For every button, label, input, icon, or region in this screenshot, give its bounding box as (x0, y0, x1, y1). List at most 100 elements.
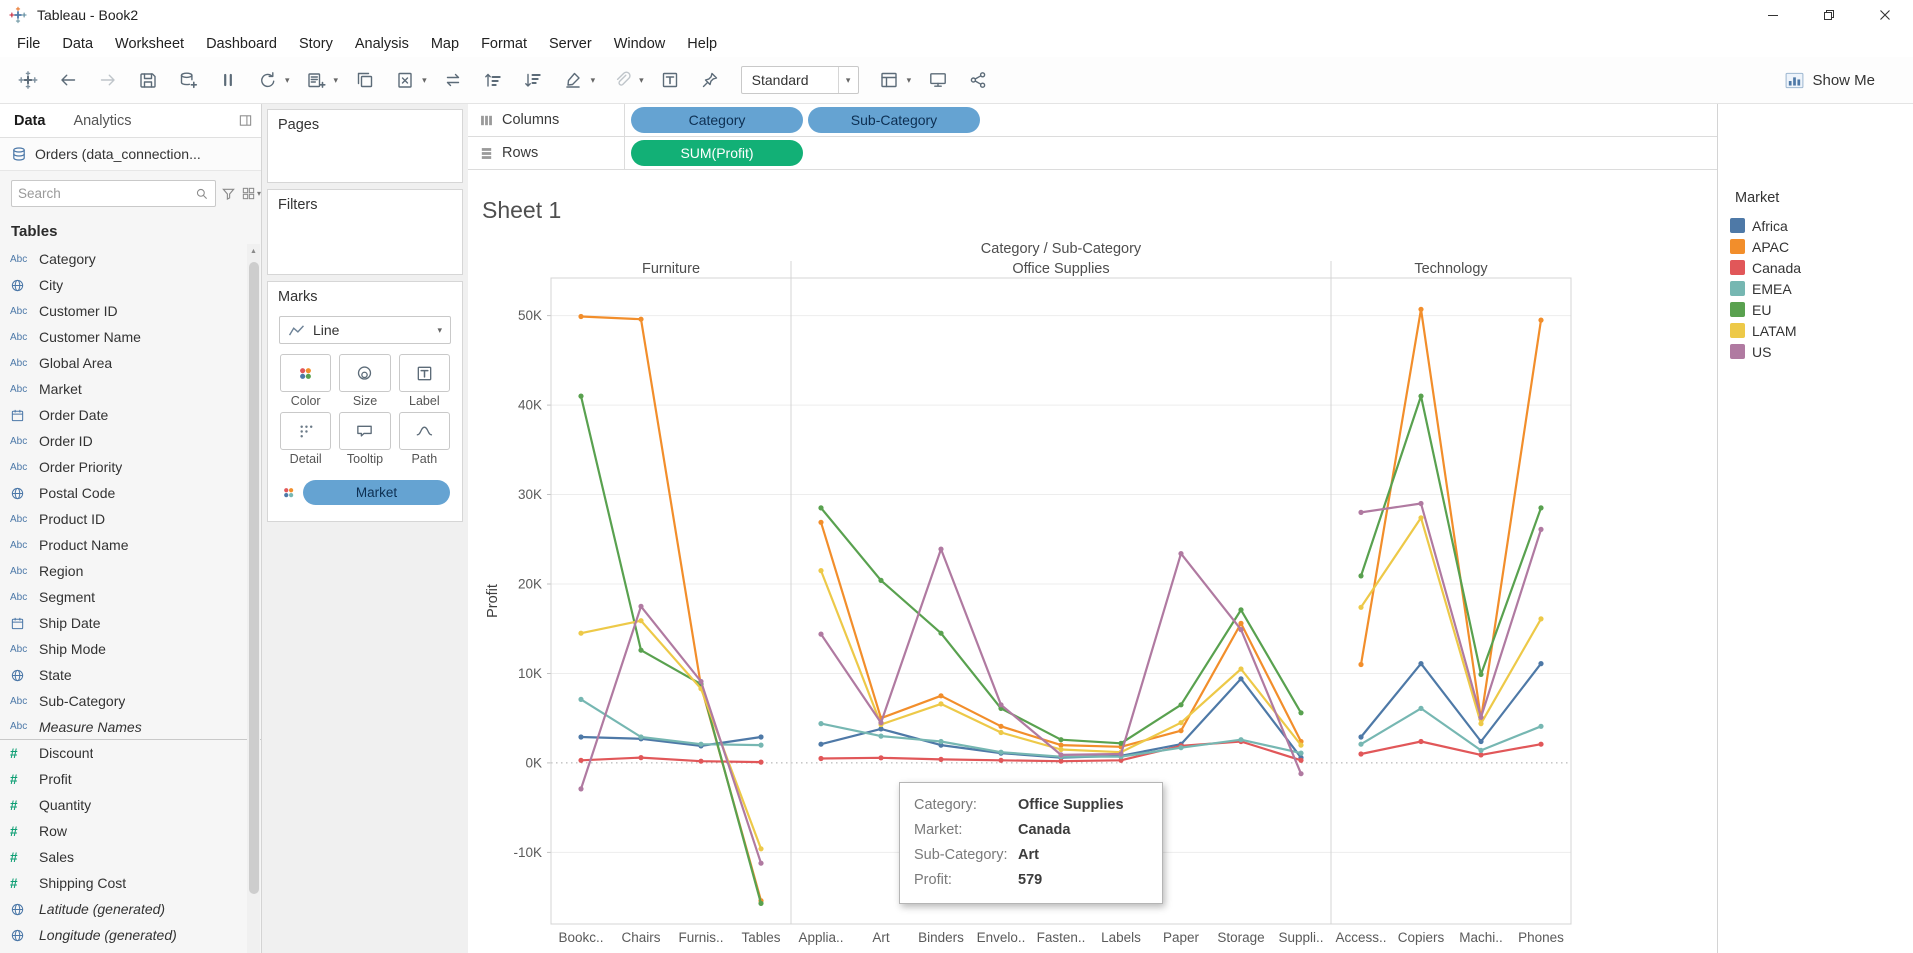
columns-pills[interactable]: Category Sub-Category (625, 104, 1717, 136)
field-city[interactable]: City (0, 272, 261, 298)
pause-updates-icon[interactable] (214, 67, 241, 94)
new-worksheet-icon[interactable] (303, 67, 330, 94)
field-product-id[interactable]: Abc Product ID (0, 506, 261, 532)
field-row[interactable]: # Row (0, 818, 261, 844)
legend-item-canada[interactable]: Canada (1730, 257, 1913, 278)
close-button[interactable] (1857, 0, 1913, 30)
pages-shelf[interactable]: Pages (267, 109, 463, 183)
chevron-down-icon[interactable]: ▾ (639, 75, 644, 86)
field-profit[interactable]: # Profit (0, 766, 261, 792)
legend-item-apac[interactable]: APAC (1730, 236, 1913, 257)
field-longitude-generated[interactable]: Longitude (generated) (0, 922, 261, 948)
chevron-down-icon[interactable]: ▾ (334, 75, 339, 86)
legend-item-eu[interactable]: EU (1730, 299, 1913, 320)
menu-dashboard[interactable]: Dashboard (195, 30, 288, 57)
sort-ascending-icon[interactable] (480, 67, 507, 94)
field-category[interactable]: Abc Category (0, 246, 261, 272)
maximize-restore-button[interactable] (1801, 0, 1857, 30)
pill-sub-category[interactable]: Sub-Category (808, 107, 980, 133)
field-customer-id[interactable]: Abc Customer ID (0, 298, 261, 324)
scrollbar-thumb[interactable] (248, 262, 259, 894)
pill-sum-profit[interactable]: SUM(Profit) (631, 140, 803, 166)
tableau-logo-icon[interactable] (14, 67, 41, 94)
tab-analytics[interactable]: Analytics (59, 104, 145, 137)
show-mark-labels-icon[interactable] (657, 67, 684, 94)
field-postal-code[interactable]: Postal Code (0, 480, 261, 506)
menu-data[interactable]: Data (51, 30, 104, 57)
menu-window[interactable]: Window (603, 30, 677, 57)
sort-descending-icon[interactable] (520, 67, 547, 94)
field-shipping-cost[interactable]: # Shipping Cost (0, 870, 261, 896)
marks-button-detail[interactable]: Detail (280, 412, 332, 466)
fit-dropdown[interactable]: Standard ▾ (740, 66, 859, 94)
field-measure-names[interactable]: Abc Measure Names (0, 714, 261, 740)
sidebar-scrollbar[interactable]: ▲ (247, 244, 260, 953)
scroll-up-icon[interactable]: ▲ (247, 244, 260, 259)
field-sub-category[interactable]: Abc Sub-Category (0, 688, 261, 714)
menu-map[interactable]: Map (420, 30, 470, 57)
field-ship-date[interactable]: Ship Date (0, 610, 261, 636)
marks-button-size[interactable]: Size (339, 354, 391, 408)
mark-type-dropdown[interactable]: Line ▾ (279, 316, 451, 344)
pane-layout-icon[interactable] (238, 104, 261, 137)
menu-file[interactable]: File (6, 30, 51, 57)
show-me-button[interactable]: Show Me (1784, 70, 1875, 91)
chevron-down-icon[interactable]: ▾ (285, 75, 290, 86)
tab-data[interactable]: Data (0, 104, 59, 137)
field-discount[interactable]: # Discount (0, 740, 261, 766)
swap-rows-columns-icon[interactable] (440, 67, 467, 94)
chevron-down-icon[interactable]: ▾ (422, 75, 427, 86)
menu-worksheet[interactable]: Worksheet (104, 30, 195, 57)
marks-button-label[interactable]: Label (398, 354, 450, 408)
view-options-icon[interactable]: ▾ (241, 186, 261, 201)
pill-category[interactable]: Category (631, 107, 803, 133)
minimize-button[interactable] (1745, 0, 1801, 30)
marks-button-color[interactable]: Color (280, 354, 332, 408)
redo-icon[interactable] (94, 67, 121, 94)
field-state[interactable]: State (0, 662, 261, 688)
field-segment[interactable]: Abc Segment (0, 584, 261, 610)
field-order-date[interactable]: Order Date (0, 402, 261, 428)
chevron-down-icon[interactable]: ▾ (591, 75, 596, 86)
legend-item-emea[interactable]: EMEA (1730, 278, 1913, 299)
share-icon[interactable] (964, 67, 991, 94)
field-quantity[interactable]: # Quantity (0, 792, 261, 818)
marks-button-tooltip[interactable]: Tooltip (339, 412, 391, 466)
pill-market[interactable]: Market (303, 480, 450, 505)
show-hide-cards-icon[interactable] (876, 67, 903, 94)
field-sales[interactable]: # Sales (0, 844, 261, 870)
run-updates-icon[interactable] (254, 67, 281, 94)
field-order-id[interactable]: Abc Order ID (0, 428, 261, 454)
field-latitude-generated[interactable]: Latitude (generated) (0, 896, 261, 922)
highlight-icon[interactable] (560, 67, 587, 94)
save-icon[interactable] (134, 67, 161, 94)
data-source[interactable]: Orders (data_connection... (0, 138, 261, 171)
legend-item-latam[interactable]: LATAM (1730, 320, 1913, 341)
field-customer-name[interactable]: Abc Customer Name (0, 324, 261, 350)
field-global-area[interactable]: Abc Global Area (0, 350, 261, 376)
undo-icon[interactable] (54, 67, 81, 94)
field-market[interactable]: Abc Market (0, 376, 261, 402)
chevron-down-icon[interactable]: ▾ (907, 75, 912, 86)
duplicate-icon[interactable] (351, 67, 378, 94)
clear-sheet-icon[interactable] (391, 67, 418, 94)
marks-button-path[interactable]: Path (398, 412, 450, 466)
field-order-priority[interactable]: Abc Order Priority (0, 454, 261, 480)
field-ship-mode[interactable]: Abc Ship Mode (0, 636, 261, 662)
search-input[interactable] (18, 186, 195, 201)
menu-help[interactable]: Help (676, 30, 728, 57)
field-region[interactable]: Abc Region (0, 558, 261, 584)
field-product-name[interactable]: Abc Product Name (0, 532, 261, 558)
menu-server[interactable]: Server (538, 30, 603, 57)
legend-item-africa[interactable]: Africa (1730, 215, 1913, 236)
menu-story[interactable]: Story (288, 30, 344, 57)
menu-format[interactable]: Format (470, 30, 538, 57)
filter-fields-icon[interactable] (221, 186, 236, 201)
menu-analysis[interactable]: Analysis (344, 30, 420, 57)
filters-shelf[interactable]: Filters (267, 189, 463, 275)
fix-axes-icon[interactable] (697, 67, 724, 94)
rows-pills[interactable]: SUM(Profit) (625, 137, 1717, 169)
presentation-mode-icon[interactable] (924, 67, 951, 94)
add-data-icon[interactable] (174, 67, 201, 94)
legend-item-us[interactable]: US (1730, 341, 1913, 362)
